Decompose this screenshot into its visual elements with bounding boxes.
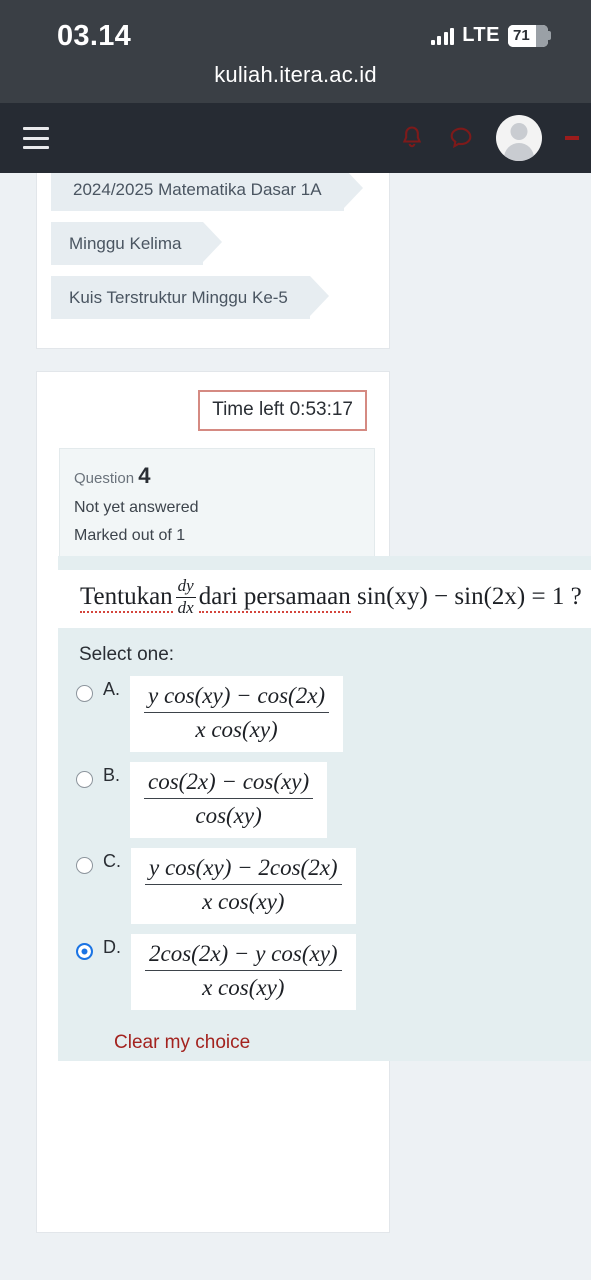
question-label: Question <box>74 469 135 487</box>
radio-option-c[interactable] <box>76 857 93 875</box>
message-bubble-icon[interactable] <box>447 124 475 152</box>
option-row-b[interactable]: B. cos(2x) − cos(xy) cos(xy) <box>58 752 591 839</box>
status-bar: 03.14 LTE 71 kuliah.itera.ac.id <box>0 0 591 103</box>
question-number-row: Question 4 <box>74 463 360 489</box>
option-a-numerator: y cos(xy) − cos(2x) <box>144 683 330 714</box>
question-text-lead: Tentukan <box>80 582 173 613</box>
page-body: 2024/2025 Matematika Dasar 1A Minggu Kel… <box>0 173 591 1280</box>
question-derivative-fraction: dy dx <box>175 576 196 617</box>
derivative-numerator: dy <box>175 576 196 598</box>
status-clock: 03.14 <box>57 20 132 52</box>
option-row-d[interactable]: D. 2cos(2x) − y cos(xy) x cos(xy) <box>58 924 591 1011</box>
status-indicators: LTE 71 <box>430 24 551 47</box>
battery-icon: 71 <box>508 24 551 47</box>
timer-row: Time left 0:53:17 <box>49 390 377 431</box>
derivative-denominator: dx <box>177 597 194 617</box>
browser-url-label[interactable]: kuliah.itera.ac.id <box>0 62 591 88</box>
option-letter-b: B. <box>103 765 121 786</box>
option-d-numerator: 2cos(2x) − y cos(xy) <box>145 941 342 972</box>
option-a-denominator: x cos(xy) <box>195 717 278 743</box>
more-dash-icon[interactable] <box>565 136 579 140</box>
breadcrumb: 2024/2025 Matematika Dasar 1A Minggu Kel… <box>37 173 389 330</box>
signal-bars-icon <box>430 27 455 45</box>
user-avatar-icon[interactable] <box>496 115 542 161</box>
breadcrumb-card: 2024/2025 Matematika Dasar 1A Minggu Kel… <box>36 173 390 349</box>
battery-percent-label: 71 <box>513 26 530 44</box>
option-row-c[interactable]: C. y cos(xy) − 2cos(2x) x cos(xy) <box>58 838 591 925</box>
radio-option-a[interactable] <box>76 685 93 703</box>
select-one-label: Select one: <box>79 644 175 666</box>
breadcrumb-item-section[interactable]: Minggu Kelima <box>51 222 223 265</box>
network-type-label: LTE <box>462 24 500 46</box>
clear-my-choice-button[interactable]: Clear my choice <box>58 1010 591 1078</box>
breadcrumb-item-quiz[interactable]: Kuis Terstruktur Minggu Ke-5 <box>51 276 329 319</box>
question-equation: sin(xy) − sin(2x) = 1 ? <box>356 582 582 610</box>
option-formula-b: cos(2x) − cos(xy) cos(xy) <box>130 762 328 839</box>
option-d-denominator: x cos(xy) <box>202 975 285 1001</box>
option-letter-a: A. <box>103 679 121 700</box>
option-c-denominator: x cos(xy) <box>202 889 285 915</box>
question-text-strip: Tentukan dy dx dari persamaan sin(xy) − sin… <box>58 570 591 629</box>
question-number: 4 <box>138 462 151 488</box>
option-letter-d: D. <box>103 937 121 958</box>
radio-option-d[interactable] <box>76 943 93 961</box>
option-row-a[interactable]: A. y cos(xy) − cos(2x) x cos(xy) <box>58 666 591 753</box>
breadcrumb-item-course[interactable]: 2024/2025 Matematika Dasar 1A <box>51 173 363 211</box>
question-content: Tentukan dy dx dari persamaan sin(xy) − sin… <box>58 556 591 1061</box>
radio-option-b[interactable] <box>76 771 93 789</box>
answer-state: Not yet answered <box>74 498 199 516</box>
option-formula-d: 2cos(2x) − y cos(xy) x cos(xy) <box>131 934 356 1011</box>
phone-screen: 03.14 LTE 71 kuliah.itera.ac.id 2024/202… <box>0 0 591 1280</box>
bell-icon[interactable] <box>398 124 426 152</box>
option-formula-a: y cos(xy) − cos(2x) x cos(xy) <box>130 676 344 753</box>
hamburger-menu-icon[interactable] <box>23 127 49 149</box>
option-formula-c: y cos(xy) − 2cos(2x) x cos(xy) <box>131 848 356 925</box>
option-c-numerator: y cos(xy) − 2cos(2x) <box>145 855 342 886</box>
question-text-middle: dari persamaan <box>198 582 351 613</box>
question-text: Tentukan dy dx dari persamaan sin(xy) − sin… <box>80 576 591 618</box>
option-b-denominator: cos(xy) <box>195 803 262 829</box>
site-navbar <box>0 103 591 173</box>
marks-label: Marked out of 1 <box>74 526 186 544</box>
option-b-numerator: cos(2x) − cos(xy) <box>144 769 314 800</box>
option-letter-c: C. <box>103 851 121 872</box>
navbar-actions <box>398 103 591 173</box>
quiz-timer: Time left 0:53:17 <box>198 390 367 431</box>
